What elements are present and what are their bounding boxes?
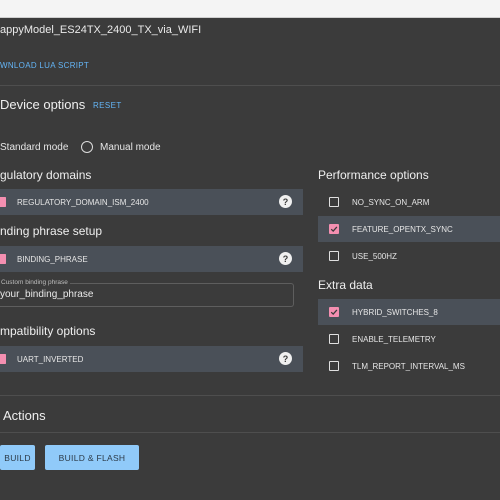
option-label: NO_SYNC_ON_ARM (352, 197, 430, 207)
divider (0, 432, 500, 433)
actions-title: Actions (3, 408, 46, 423)
divider (0, 395, 500, 396)
option-label: FEATURE_OPENTX_SYNC (352, 224, 453, 234)
build-button[interactable]: BUILD (0, 445, 35, 470)
divider (0, 85, 500, 86)
checkbox-checked-icon[interactable] (0, 197, 6, 207)
manual-mode-label[interactable]: Manual mode (100, 142, 161, 153)
top-edge-strip (0, 0, 500, 18)
option-label: REGULATORY_DOMAIN_ISM_2400 (17, 197, 149, 207)
option-row-tlm-report-interval[interactable]: TLM_REPORT_INTERVAL_MS (318, 353, 500, 379)
download-lua-script-link[interactable]: WNLOAD LUA SCRIPT (0, 61, 89, 70)
checkbox-checked-icon[interactable] (329, 224, 339, 234)
checkbox-checked-icon[interactable] (0, 354, 6, 364)
help-icon[interactable]: ? (279, 195, 292, 208)
option-row-regulatory-domain[interactable]: REGULATORY_DOMAIN_ISM_2400 ? (0, 189, 303, 215)
option-label: USE_500HZ (352, 251, 397, 261)
performance-options-title: Performance options (318, 168, 429, 182)
device-options-title: Device options (0, 97, 86, 112)
build-and-flash-button[interactable]: BUILD & FLASH (45, 445, 139, 470)
binding-phrase-title: nding phrase setup (0, 224, 103, 238)
checkbox-checked-icon[interactable] (0, 254, 6, 264)
option-label: BINDING_PHRASE (17, 254, 88, 264)
binding-phrase-value[interactable]: your_binding_phrase (0, 289, 93, 300)
option-label: ENABLE_TELEMETRY (352, 334, 436, 344)
option-row-uart-inverted[interactable]: UART_INVERTED ? (0, 346, 303, 372)
target-title: appyModel_ES24TX_2400_TX_via_WIFI (0, 24, 202, 36)
standard-mode-label[interactable]: Standard mode (0, 142, 68, 153)
help-icon[interactable]: ? (279, 252, 292, 265)
option-row-hybrid-switches-8[interactable]: HYBRID_SWITCHES_8 (318, 299, 500, 325)
option-label: TLM_REPORT_INTERVAL_MS (352, 361, 465, 371)
checkbox-icon[interactable] (329, 251, 339, 261)
compatibility-options-title: mpatibility options (0, 324, 96, 338)
help-icon[interactable]: ? (279, 352, 292, 365)
checkbox-checked-icon[interactable] (329, 307, 339, 317)
option-row-enable-telemetry[interactable]: ENABLE_TELEMETRY (318, 326, 500, 352)
checkbox-icon[interactable] (329, 334, 339, 344)
option-row-binding-phrase[interactable]: BINDING_PHRASE ? (0, 246, 303, 272)
extra-data-title: Extra data (318, 278, 373, 292)
option-row-feature-opentx-sync[interactable]: FEATURE_OPENTX_SYNC (318, 216, 500, 242)
option-row-no-sync-on-arm[interactable]: NO_SYNC_ON_ARM (318, 189, 500, 215)
option-row-use-500hz[interactable]: USE_500HZ (318, 243, 500, 269)
checkbox-icon[interactable] (329, 197, 339, 207)
option-label: HYBRID_SWITCHES_8 (352, 307, 438, 317)
checkbox-icon[interactable] (329, 361, 339, 371)
binding-phrase-field-label: Custom binding phrase (0, 279, 70, 286)
option-label: UART_INVERTED (17, 354, 84, 364)
reset-button[interactable]: RESET (93, 101, 122, 110)
regulatory-domains-title: gulatory domains (0, 168, 92, 182)
manual-mode-radio[interactable] (81, 141, 93, 153)
